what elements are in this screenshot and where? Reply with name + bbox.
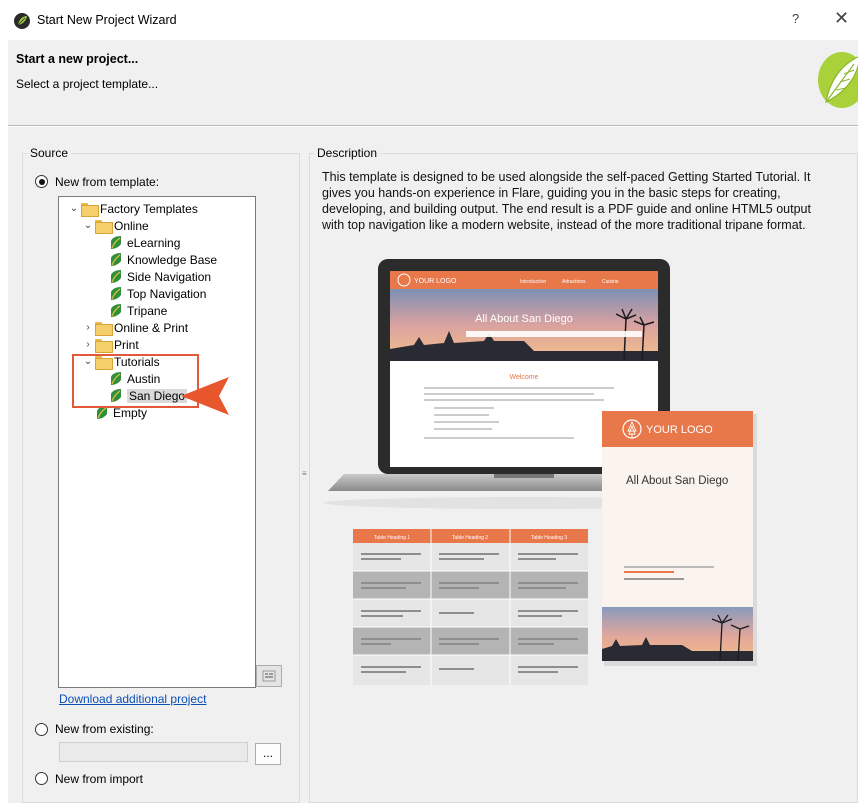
tree-item-label: eLearning xyxy=(127,235,181,250)
tree-item-elearning[interactable]: eLearning xyxy=(110,234,180,251)
tree-item-label: Tripane xyxy=(127,303,168,318)
laptop-nav-3: Cuisine xyxy=(602,279,619,285)
chevron-down-icon[interactable]: ⌄ xyxy=(69,203,79,214)
tree-item-label: Online & Print xyxy=(114,320,189,335)
wizard-window: Start New Project Wizard ? ✕ Start a new… xyxy=(8,0,858,803)
table-heading-2: Table Heading 2 xyxy=(452,535,488,541)
table-heading-3: Table Heading 3 xyxy=(531,535,567,541)
new-from-import-label[interactable]: New from import xyxy=(55,772,143,786)
pdf-title-text: All About San Diego xyxy=(626,475,728,487)
table-heading-1: Table Heading 1 xyxy=(374,535,410,541)
new-from-template-label[interactable]: New from template: xyxy=(55,175,159,189)
folder-icon xyxy=(95,338,113,353)
template-leaf-icon xyxy=(110,252,122,267)
chevron-right-icon[interactable]: › xyxy=(83,322,93,333)
callout-arrow-icon xyxy=(181,377,229,415)
window-title: Start New Project Wizard xyxy=(37,13,177,27)
tree-item-knowledge-base[interactable]: Knowledge Base xyxy=(110,251,217,268)
tree-item-label: Factory Templates xyxy=(100,201,198,216)
download-additional-project-link[interactable]: Download additional project xyxy=(59,692,206,706)
existing-project-path-input[interactable] xyxy=(59,742,248,762)
tree-item-label: Side Navigation xyxy=(127,269,212,284)
browse-button[interactable]: ... xyxy=(255,743,281,765)
flare-app-icon xyxy=(14,13,30,29)
folder-icon xyxy=(95,219,113,234)
tree-item-online-print[interactable]: › Online & Print xyxy=(83,319,188,336)
tree-item-side-navigation[interactable]: Side Navigation xyxy=(110,268,211,285)
chevron-down-icon[interactable]: ⌄ xyxy=(83,220,93,231)
flare-feather-logo xyxy=(818,52,858,108)
template-leaf-icon xyxy=(110,303,122,318)
new-from-import-radio[interactable] xyxy=(35,772,48,785)
table-preview-image: Table Heading 1 Table Heading 2 Table He… xyxy=(353,529,588,685)
tree-item-factory-templates[interactable]: ⌄ Factory Templates xyxy=(69,200,198,217)
tree-item-label: Print xyxy=(114,337,139,352)
tree-item-print[interactable]: › Print xyxy=(83,336,139,353)
laptop-hero-title: All About San Diego xyxy=(475,313,573,325)
chevron-right-icon[interactable]: › xyxy=(83,339,93,350)
title-bar: Start New Project Wizard ? ✕ xyxy=(8,0,858,40)
new-from-template-radio[interactable] xyxy=(35,175,48,188)
pdf-logo-text: YOUR LOGO xyxy=(646,424,713,436)
laptop-nav-2: Attractions xyxy=(562,279,586,285)
wizard-content: Source New from template: ⌄ Factory Temp… xyxy=(8,127,858,803)
description-label: Description xyxy=(314,146,381,160)
laptop-nav-1: Introduction xyxy=(520,279,546,285)
tree-item-online[interactable]: ⌄ Online xyxy=(83,217,149,234)
laptop-logo-text: YOUR LOGO xyxy=(414,278,457,285)
folder-icon xyxy=(95,321,113,336)
splitter-handle[interactable]: ≡ xyxy=(302,469,307,478)
pdf-preview-image: YOUR LOGO All About San Diego xyxy=(602,411,757,666)
template-leaf-icon xyxy=(110,269,122,284)
page-title: Start a new project... xyxy=(16,52,139,66)
new-from-existing-radio[interactable] xyxy=(35,723,48,736)
close-button[interactable]: ✕ xyxy=(834,9,849,27)
source-label: Source xyxy=(27,146,72,160)
tree-item-label: Top Navigation xyxy=(127,286,207,301)
description-text: This template is designed to be used alo… xyxy=(322,170,811,232)
help-button[interactable]: ? xyxy=(792,11,799,26)
template-tree[interactable]: ⌄ Factory Templates ⌄ Online eLearning K… xyxy=(58,196,256,688)
template-leaf-icon xyxy=(110,286,122,301)
tree-item-label: Online xyxy=(114,218,149,233)
tree-options-button[interactable] xyxy=(256,665,282,687)
folder-icon xyxy=(81,202,99,217)
tree-item-label: Knowledge Base xyxy=(127,252,218,267)
page-subtitle: Select a project template... xyxy=(16,77,159,91)
tree-item-tripane[interactable]: Tripane xyxy=(110,302,167,319)
tree-item-top-navigation[interactable]: Top Navigation xyxy=(110,285,206,302)
wizard-header: Start a new project... Select a project … xyxy=(8,40,858,126)
laptop-welcome-text: Welcome xyxy=(509,374,538,381)
template-leaf-icon xyxy=(110,235,122,250)
new-from-existing-label[interactable]: New from existing: xyxy=(55,722,154,736)
